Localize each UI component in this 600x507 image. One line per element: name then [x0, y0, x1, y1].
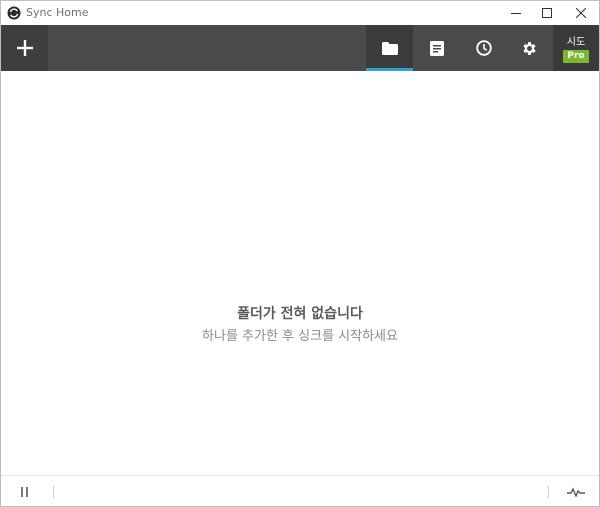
- close-icon: [576, 8, 586, 18]
- status-divider: [548, 486, 549, 498]
- window-title: Sync Home: [26, 6, 89, 19]
- tab-log[interactable]: [413, 25, 460, 71]
- app-window: Sync Home 시도 Pro 폴더가 전혀 없습니다 하나를 추가한 후 싱…: [0, 0, 600, 507]
- minimize-button[interactable]: [500, 1, 532, 25]
- tab-settings[interactable]: [506, 25, 553, 71]
- status-divider: [53, 486, 54, 498]
- status-bar: [1, 475, 599, 506]
- plus-icon: [16, 40, 33, 56]
- add-folder-button[interactable]: [1, 25, 48, 71]
- document-list-icon: [429, 40, 444, 56]
- activity-pulse-icon: [567, 487, 585, 497]
- trial-upgrade-button[interactable]: 시도 Pro: [553, 25, 599, 71]
- minimize-icon: [511, 13, 521, 14]
- pro-badge: Pro: [563, 50, 589, 63]
- app-logo-icon: [7, 6, 21, 20]
- folder-icon: [381, 41, 398, 55]
- close-button[interactable]: [565, 1, 597, 25]
- tab-folders[interactable]: [366, 25, 413, 71]
- empty-state-subtitle: 하나를 추가한 후 싱크를 시작하세요: [202, 329, 398, 344]
- pause-icon: [21, 487, 28, 497]
- clock-icon: [475, 40, 492, 56]
- maximize-icon: [542, 8, 552, 18]
- folder-list-area: 폴더가 전혀 없습니다 하나를 추가한 후 싱크를 시작하세요: [1, 71, 599, 475]
- toolbar: 시도 Pro: [1, 25, 599, 71]
- pause-sync-button[interactable]: [15, 484, 35, 500]
- trial-label: 시도: [566, 37, 586, 48]
- gear-icon: [523, 41, 536, 55]
- tab-history[interactable]: [460, 25, 507, 71]
- maximize-button[interactable]: [531, 1, 563, 25]
- empty-state-title: 폴더가 전혀 없습니다: [237, 306, 363, 322]
- title-bar[interactable]: Sync Home: [1, 1, 599, 25]
- activity-button[interactable]: [563, 483, 589, 501]
